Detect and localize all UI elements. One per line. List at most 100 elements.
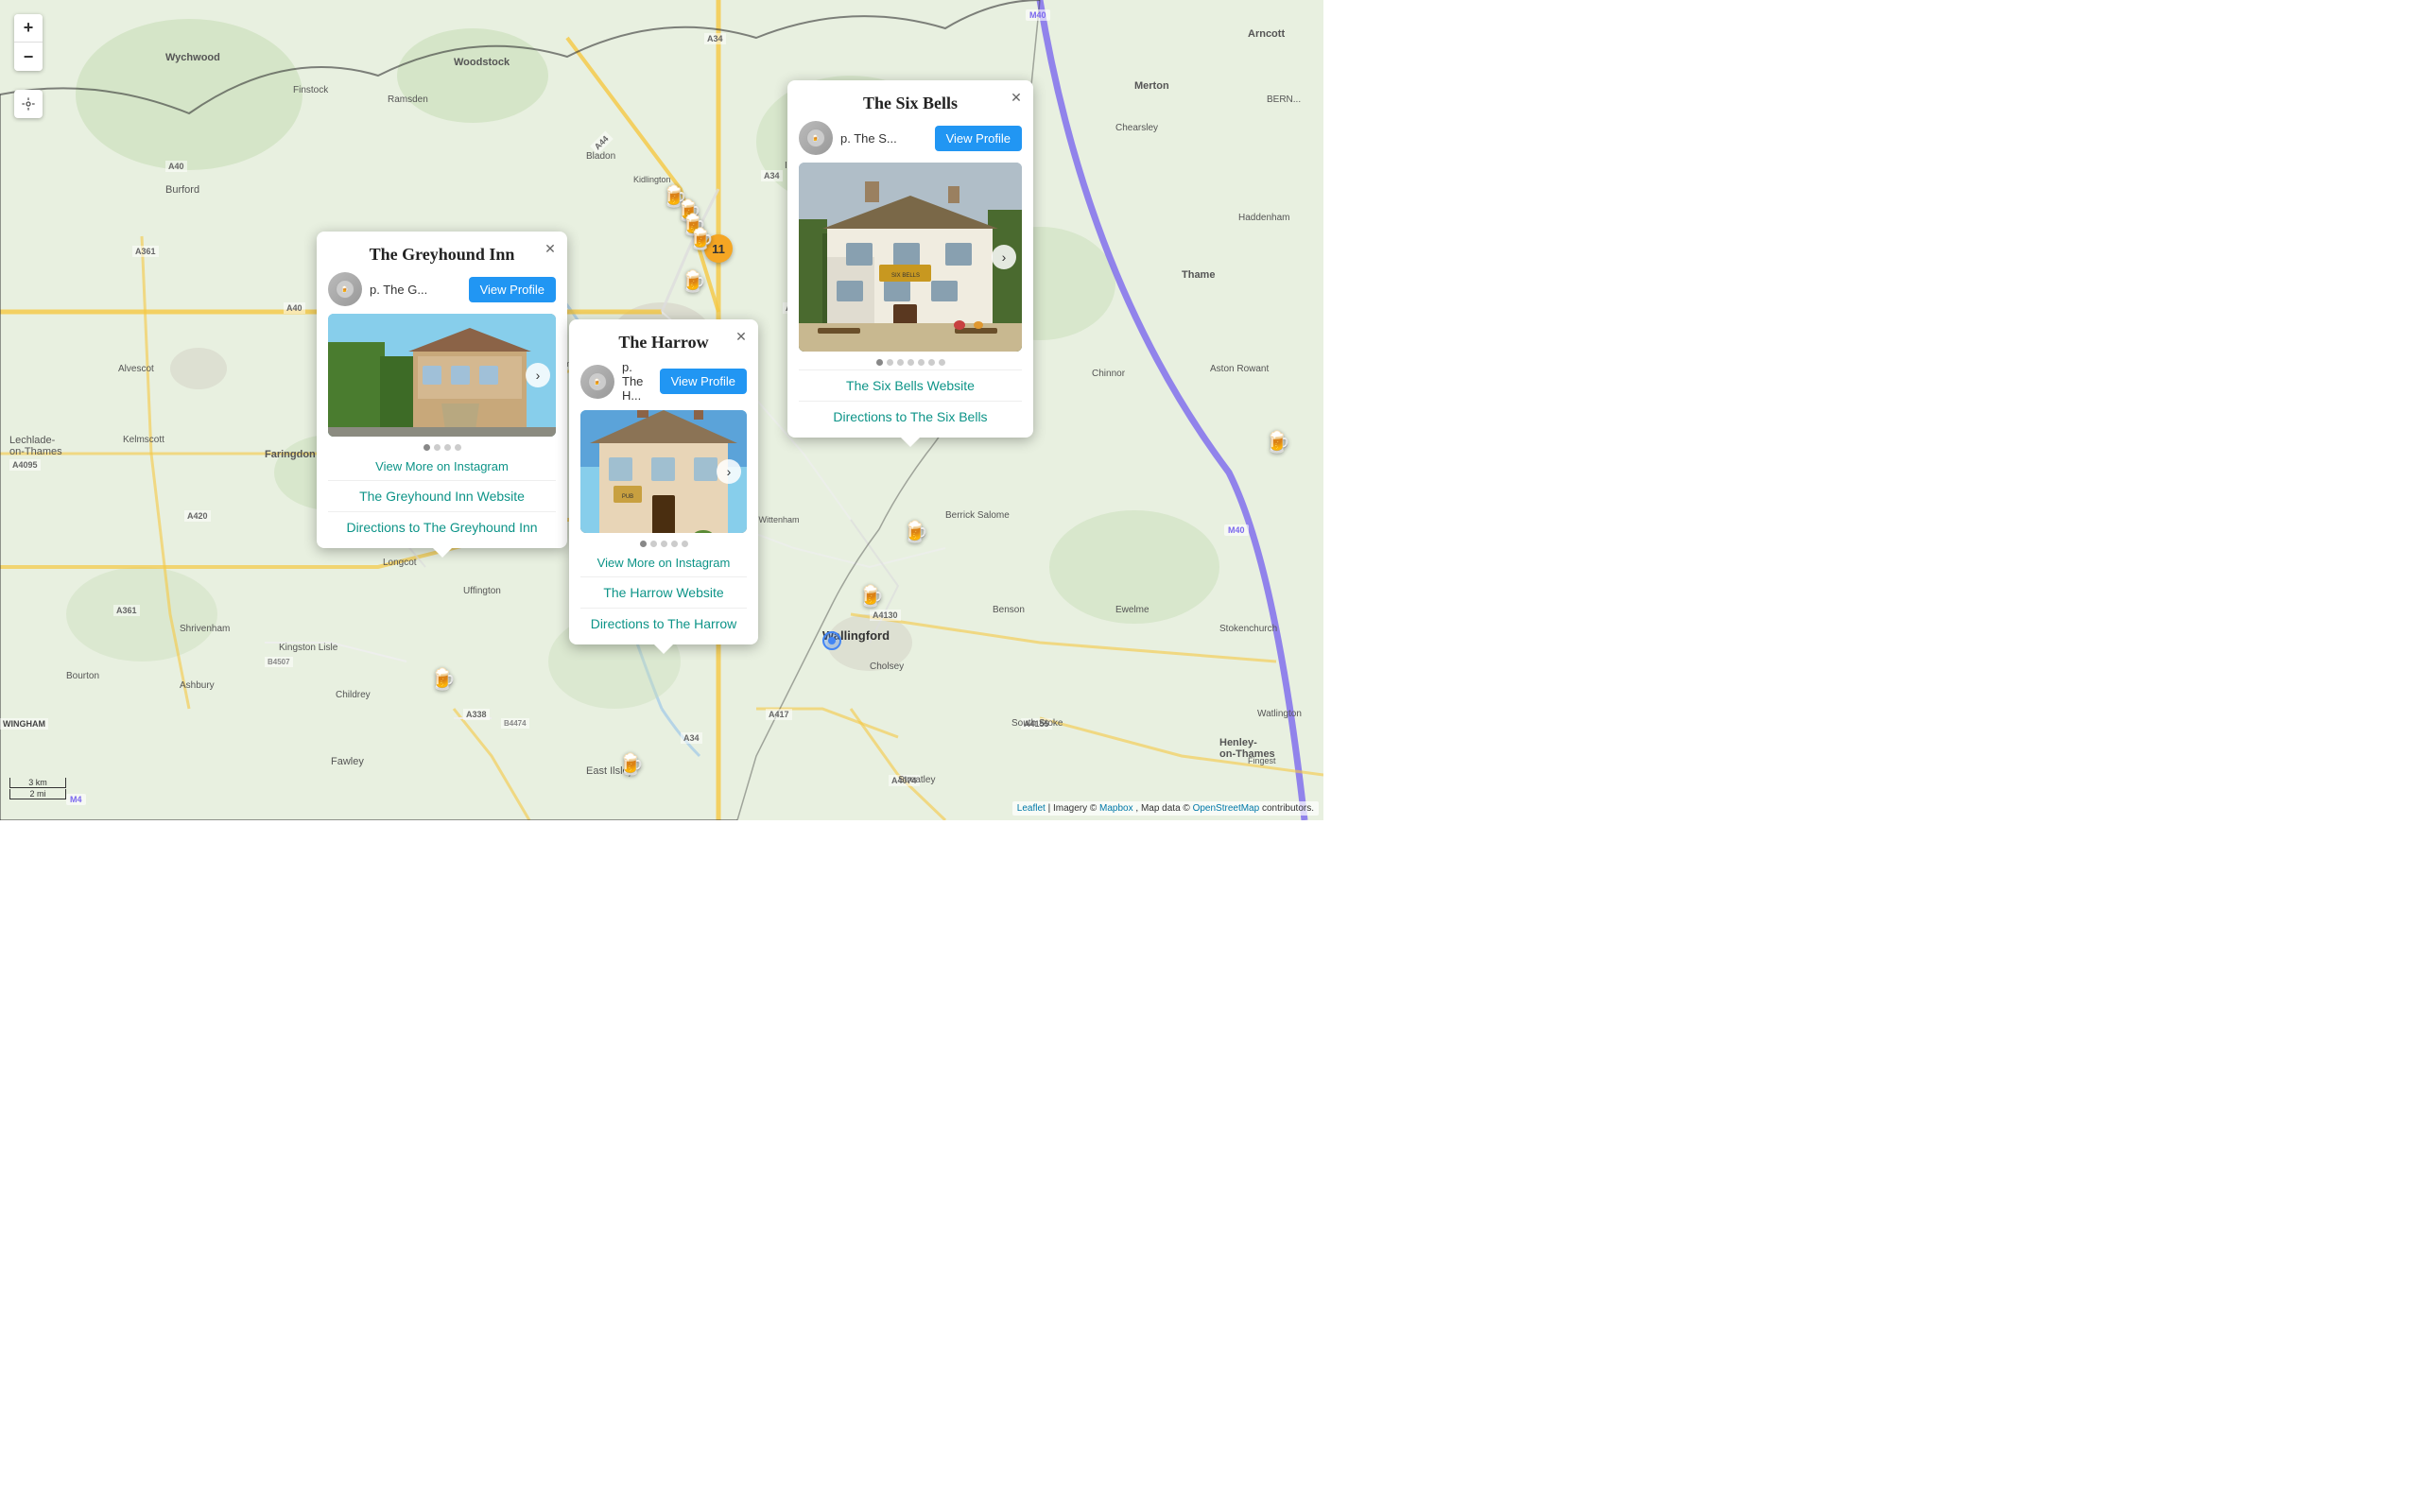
place-ewelme: Ewelme xyxy=(1115,605,1150,615)
place-watlington: Watlington xyxy=(1257,709,1302,719)
marker-pub-8[interactable]: 🍺 xyxy=(688,227,714,251)
attribution-suffix: contributors. xyxy=(1262,803,1314,814)
marker-pub-14[interactable]: 🍺 xyxy=(618,752,644,777)
marker-pub-9[interactable]: 🍺 xyxy=(681,269,706,294)
greyhound-directions-link[interactable]: Directions to The Greyhound Inn xyxy=(317,514,567,541)
svg-text:🍺: 🍺 xyxy=(812,134,820,143)
locate-me-button[interactable] xyxy=(14,90,43,118)
marker-pub-12[interactable]: 🍺 xyxy=(858,584,884,609)
road-label-a40: A40 xyxy=(165,161,187,172)
harrow-image-container: PUB › xyxy=(580,410,747,533)
sixbells-meta: 🍺 p. The S... View Profile xyxy=(787,121,1033,163)
svg-text:PUB: PUB xyxy=(622,494,633,500)
marker-pub-10[interactable]: 🍺 xyxy=(430,667,456,692)
sixbells-dot-5 xyxy=(918,359,925,366)
place-faringdon: Faringdon xyxy=(265,449,316,460)
greyhound-website-link[interactable]: The Greyhound Inn Website xyxy=(317,483,567,509)
harrow-instagram-link[interactable]: View More on Instagram xyxy=(569,551,758,575)
place-lechlade: Lechlade-on-Thames xyxy=(9,435,62,457)
place-merton: Merton xyxy=(1134,80,1169,92)
sixbells-meta-text: p. The S... xyxy=(840,131,927,146)
place-ashbury: Ashbury xyxy=(180,680,215,691)
sixbells-website-link[interactable]: The Six Bells Website xyxy=(787,372,1033,399)
greyhound-carousel-dots xyxy=(317,444,567,451)
harrow-divider-2 xyxy=(580,608,747,609)
place-burford: Burford xyxy=(165,184,199,196)
place-haddenham: Haddenham xyxy=(1238,213,1289,223)
greyhound-divider-2 xyxy=(328,511,556,512)
sixbells-carousel-next[interactable]: › xyxy=(992,245,1016,269)
sixbells-title: The Six Bells xyxy=(787,80,1033,121)
place-chinnor: Chinnor xyxy=(1092,369,1125,379)
marker-pub-11[interactable]: 🍺 xyxy=(903,520,928,544)
dot-2 xyxy=(434,444,441,451)
zoom-in-button[interactable]: + xyxy=(14,14,43,43)
greyhound-bottom-pad xyxy=(317,541,567,548)
close-greyhound-button[interactable]: ✕ xyxy=(541,239,560,258)
road-label-a361-2: A361 xyxy=(113,605,140,616)
dot-1 xyxy=(424,444,430,451)
greyhound-divider-1 xyxy=(328,480,556,481)
harrow-meta: 🍺 p. The H... View Profile xyxy=(569,360,758,410)
sixbells-view-profile-button[interactable]: View Profile xyxy=(935,126,1022,151)
dot-3 xyxy=(444,444,451,451)
attribution-separator-2: , Map data © xyxy=(1135,803,1192,814)
place-streatley: Streatley xyxy=(898,775,935,785)
road-label-a420: A420 xyxy=(184,510,211,522)
user-location-dot xyxy=(828,637,836,644)
greyhound-initial: p. xyxy=(370,283,380,297)
place-south-stoke: South Stoke xyxy=(1011,718,1063,729)
sixbells-divider-1 xyxy=(799,369,1022,370)
mapbox-link[interactable]: Mapbox xyxy=(1099,803,1133,814)
sixbells-dot-6 xyxy=(928,359,935,366)
harrow-view-profile-button[interactable]: View Profile xyxy=(660,369,747,394)
place-alvescot: Alvescot xyxy=(118,364,154,374)
leaflet-link[interactable]: Leaflet xyxy=(1017,803,1046,814)
zoom-out-button[interactable]: − xyxy=(14,43,43,71)
osm-link[interactable]: OpenStreetMap xyxy=(1193,803,1260,814)
harrow-website-link[interactable]: The Harrow Website xyxy=(569,579,758,606)
harrow-directions-link[interactable]: Directions to The Harrow xyxy=(569,610,758,637)
marker-pub-13[interactable]: 🍺 xyxy=(1265,430,1290,455)
greyhound-view-profile-button[interactable]: View Profile xyxy=(469,277,556,302)
map-attribution: Leaflet | Imagery © Mapbox , Map data © … xyxy=(1012,801,1319,816)
greyhound-title: The Greyhound Inn xyxy=(317,232,567,272)
beer-icon-12: 🍺 xyxy=(858,584,884,609)
region-wingham: WINGHAM xyxy=(0,718,48,730)
close-harrow-button[interactable]: ✕ xyxy=(732,327,751,346)
sixbells-dot-3 xyxy=(897,359,904,366)
sixbells-directions-link[interactable]: Directions to The Six Bells xyxy=(787,404,1033,430)
greyhound-instagram-link[interactable]: View More on Instagram xyxy=(317,455,567,478)
popup-greyhound: ✕ The Greyhound Inn 🍺 p. The G... View P… xyxy=(317,232,567,548)
close-sixbells-button[interactable]: ✕ xyxy=(1007,88,1026,107)
greyhound-carousel-next[interactable]: › xyxy=(526,363,550,387)
harrow-initial: p. xyxy=(622,360,632,374)
place-stokenchurch: Stokenchurch xyxy=(1219,624,1277,634)
place-berrick-salome: Berrick Salome xyxy=(945,510,1010,521)
harrow-dot-4 xyxy=(671,541,678,547)
place-finstock: Finstock xyxy=(293,85,328,95)
greyhound-short-name: The G... xyxy=(383,283,427,297)
place-bladon: Bladon xyxy=(586,151,615,162)
user-location xyxy=(822,631,841,650)
road-label-m40: M40 xyxy=(1026,9,1050,21)
harrow-carousel-next[interactable]: › xyxy=(717,459,741,484)
place-longcot: Longcot xyxy=(383,558,417,568)
road-label-a338: A338 xyxy=(463,709,490,720)
place-ramsden: Ramsden xyxy=(388,94,428,105)
popup-harrow: ✕ The Harrow 🍺 p. The H... View Profile xyxy=(569,319,758,644)
place-bern: BERN... xyxy=(1267,94,1301,105)
sixbells-avatar: 🍺 xyxy=(799,121,833,155)
attribution-separator-1: | Imagery © xyxy=(1048,803,1099,814)
sixbells-carousel-dots xyxy=(787,359,1033,366)
place-aston-rowant: Aston Rowant xyxy=(1210,364,1269,374)
beer-icon-10: 🍺 xyxy=(430,667,456,692)
road-label-a361: A361 xyxy=(132,246,159,257)
sixbells-dot-4 xyxy=(908,359,914,366)
map-container[interactable]: A40 A40 A40 A44 A34 A34 A34 A34 A34 A420… xyxy=(0,0,1323,820)
road-label-a417: A417 xyxy=(766,709,792,720)
sixbells-short-name: The S... xyxy=(854,131,897,146)
harrow-bottom-pad xyxy=(569,637,758,644)
scale-km: 3 km xyxy=(9,778,66,788)
svg-text:🍺: 🍺 xyxy=(341,285,349,294)
